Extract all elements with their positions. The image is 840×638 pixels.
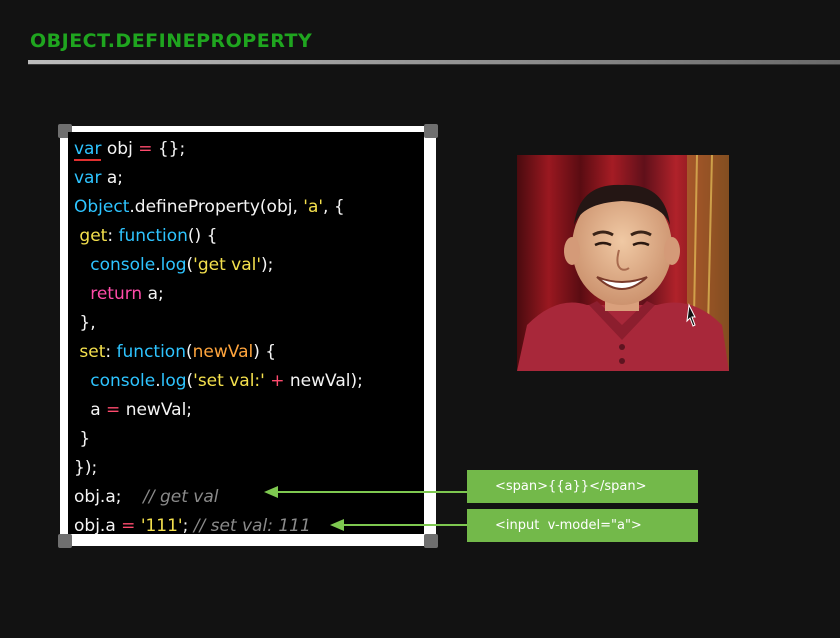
code-block: var obj = {}; var a; Object.defineProperty… [68,132,424,536]
code-line: var a; [74,164,424,193]
code-line: }, [74,309,424,338]
code-line: console.log('get val'); [74,251,424,280]
frame-corner [58,534,72,548]
code-line: get: function() { [74,222,424,251]
code-token: } [74,429,91,449]
code-token: console [90,371,156,391]
code-token: = [106,400,121,420]
code-token: () { [187,226,218,246]
code-token: var [74,139,102,161]
code-line: } [74,425,424,454]
code-token: obj [74,487,100,507]
code-token: ); [261,255,274,275]
code-token: = [121,516,136,536]
code-token: obj [101,139,139,159]
frame-corner [424,534,438,548]
speaker-photo [517,155,729,371]
code-line: obj.a; // get val [74,483,424,512]
code-line: var obj = {}; [74,135,424,164]
speaker-photo-image [517,155,729,371]
code-token: '111' [140,516,183,536]
code-token: a; [105,487,122,507]
title-divider [28,60,840,65]
code-token: console [90,255,156,275]
code-token: 'a' [303,197,324,217]
code-token: function [118,226,188,246]
code-token: = [138,139,153,159]
code-line: set: function(newVal) { [74,338,424,367]
code-token: a; [101,168,124,188]
code-token: (obj, [259,197,304,217]
code-token: }); [74,458,98,478]
span-binding-label: <span>{{a}}</span> [467,470,698,503]
code-token: newVal [192,342,254,362]
code-token: : [107,226,119,246]
input-vmodel-label: <input v-model="a"> [467,509,698,542]
code-token: ; [182,516,194,536]
code-token: }, [74,313,96,333]
code-token: , { [323,197,345,217]
code-token: ) { [253,342,277,362]
code-line: return a; [74,280,424,309]
code-token: a [74,400,107,420]
code-token: // get val [121,487,219,507]
code-token: 'get val' [193,255,262,275]
code-line: obj.a = '111'; // set val: 111 [74,512,424,541]
code-token: newVal); [284,371,363,391]
code-token: a; [142,284,164,304]
code-line: console.log('set val:' + newVal); [74,367,424,396]
code-line: }); [74,454,424,483]
code-token: log [160,255,187,275]
code-token: obj [74,516,100,536]
code-token: log [160,371,187,391]
code-frame: var obj = {}; var a; Object.defineProperty… [58,124,438,548]
code-token: + [270,371,285,391]
code-token: return [90,284,143,304]
code-token: get [79,226,108,246]
code-token: newVal; [120,400,193,420]
code-token: var [74,168,102,188]
frame-corner [424,124,438,138]
code-token: set [79,342,106,362]
code-token: : [105,342,117,362]
code-token: Object [74,197,130,217]
code-token: defineProperty [134,197,260,217]
code-token: 'set val:' [193,371,265,391]
code-token: {}; [152,139,186,159]
slide-title: OBJECT.DEFINEPROPERTY [30,30,313,52]
code-token: function [116,342,186,362]
code-token: a [105,516,122,536]
code-line: Object.defineProperty(obj, 'a', { [74,193,424,222]
code-token: // set val: 111 [193,516,311,536]
code-line: a = newVal; [74,396,424,425]
code-token: ( [185,342,193,362]
